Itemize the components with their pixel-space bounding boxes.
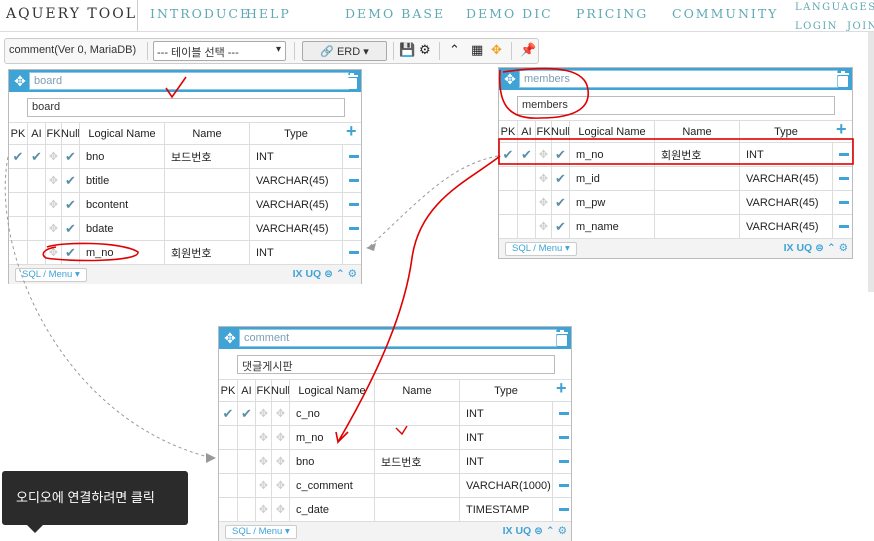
page-scrollbar[interactable]	[868, 32, 874, 292]
toast-tail	[26, 524, 44, 533]
relation-line-board-comment	[4, 156, 213, 459]
annotation-long-arrow	[335, 155, 501, 445]
annotation-circle-members	[498, 67, 589, 119]
annotation-tick	[395, 425, 408, 436]
audio-toast-text: 오디오에 연결하려면 클릭	[16, 490, 155, 505]
relation-arrow	[366, 243, 376, 251]
annotation-box-m-no	[498, 138, 854, 165]
relation-arrow	[206, 453, 216, 463]
relation-line-members-board	[367, 155, 499, 249]
relationship-overlay	[4, 67, 854, 463]
annotation-oval-m-no	[42, 242, 139, 262]
audio-toast[interactable]: 오디오에 연결하려면 클릭	[2, 471, 188, 525]
annotation-check-mark	[165, 76, 187, 99]
